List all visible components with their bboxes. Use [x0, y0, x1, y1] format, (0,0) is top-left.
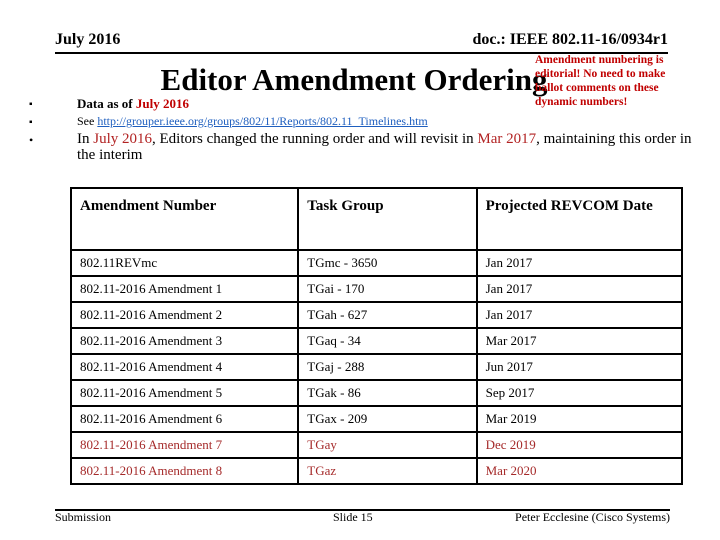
- amendment-table: Amendment Number Task Group Projected RE…: [69, 187, 684, 485]
- col-header-amendment: Amendment Number: [69, 187, 300, 251]
- cell-revcom-date: Jan 2017: [475, 249, 684, 277]
- cell-amendment: 802.11-2016 Amendment 1: [69, 275, 300, 303]
- cell-task-group: TGaz: [297, 457, 478, 485]
- cell-amendment: 802.11REVmc: [69, 249, 300, 277]
- cell-amendment: 802.11-2016 Amendment 3: [69, 327, 300, 355]
- cell-task-group: TGai - 170: [297, 275, 478, 303]
- bullet-icon: ▪: [29, 99, 33, 110]
- col-header-task-group: Task Group: [297, 187, 478, 251]
- cell-revcom-date: Jun 2017: [475, 353, 684, 381]
- timelines-link[interactable]: http://grouper.ieee.org/groups/802/11/Re…: [97, 114, 427, 128]
- cell-amendment: 802.11-2016 Amendment 2: [69, 301, 300, 329]
- table-row: 802.11-2016 Amendment 3 TGaq - 34 Mar 2017: [69, 327, 684, 355]
- cell-task-group: TGax - 209: [297, 405, 478, 433]
- cell-amendment: 802.11-2016 Amendment 5: [69, 379, 300, 407]
- cell-task-group: TGmc - 3650: [297, 249, 478, 277]
- cell-revcom-date: Mar 2017: [475, 327, 684, 355]
- cell-revcom-date: Jan 2017: [475, 301, 684, 329]
- cell-task-group: TGay: [297, 431, 478, 459]
- footer-submission: Submission: [55, 510, 112, 524]
- header-date: July 2016: [55, 31, 121, 48]
- data-as-of-date: July 2016: [135, 96, 189, 111]
- cell-revcom-date: Jan 2017: [475, 275, 684, 303]
- cell-revcom-date: Mar 2020: [475, 457, 684, 485]
- cell-amendment: 802.11-2016 Amendment 8: [69, 457, 300, 485]
- header-doc-id: doc.: IEEE 802.11-16/0934r1: [472, 31, 668, 48]
- bullet-icon: ▪: [29, 117, 33, 128]
- bullet-see-link: ▪ See http://grouper.ieee.org/groups/802…: [20, 113, 700, 130]
- col-header-revcom-date: Projected REVCOM Date: [475, 187, 684, 251]
- table-row: 802.11-2016 Amendment 7 TGay Dec 2019: [69, 431, 684, 459]
- table-row: 802.11-2016 Amendment 5 TGak - 86 Sep 2017: [69, 379, 684, 407]
- editorial-note: Amendment numbering is editorial! No nee…: [535, 54, 666, 108]
- table-row: 802.11-2016 Amendment 2 TGah - 627 Jan 201…: [69, 301, 684, 329]
- footer-author: Peter Ecclesine (Cisco Systems): [515, 510, 670, 524]
- cell-task-group: TGaj - 288: [297, 353, 478, 381]
- table-row: 802.11-2016 Amendment 6 TGax - 209 Mar 201…: [69, 405, 684, 433]
- cell-revcom-date: Mar 2019: [475, 405, 684, 433]
- cell-revcom-date: Sep 2017: [475, 379, 684, 407]
- cell-amendment: 802.11-2016 Amendment 4: [69, 353, 300, 381]
- cell-task-group: TGah - 627: [297, 301, 478, 329]
- cell-task-group: TGak - 86: [297, 379, 478, 407]
- table-row: 802.11-2016 Amendment 8 TGaz Mar 2020: [69, 457, 684, 485]
- cell-revcom-date: Dec 2019: [475, 431, 684, 459]
- table-row: 802.11-2016 Amendment 4 TGaj - 288 Jun 201…: [69, 353, 684, 381]
- table-row: 802.11-2016 Amendment 1 TGai - 170 Jan 201…: [69, 275, 684, 303]
- bullet-order-change: • In July 2016, Editors changed the runn…: [29, 131, 692, 163]
- cell-amendment: 802.11-2016 Amendment 6: [69, 405, 300, 433]
- bullet-icon: •: [29, 133, 34, 147]
- table-header-row: Amendment Number Task Group Projected RE…: [69, 187, 684, 251]
- table-row: 802.11REVmc TGmc - 3650 Jan 2017: [69, 249, 684, 277]
- cell-amendment: 802.11-2016 Amendment 7: [69, 431, 300, 459]
- footer-slide-number: Slide 15: [333, 510, 373, 524]
- cell-task-group: TGaq - 34: [297, 327, 478, 355]
